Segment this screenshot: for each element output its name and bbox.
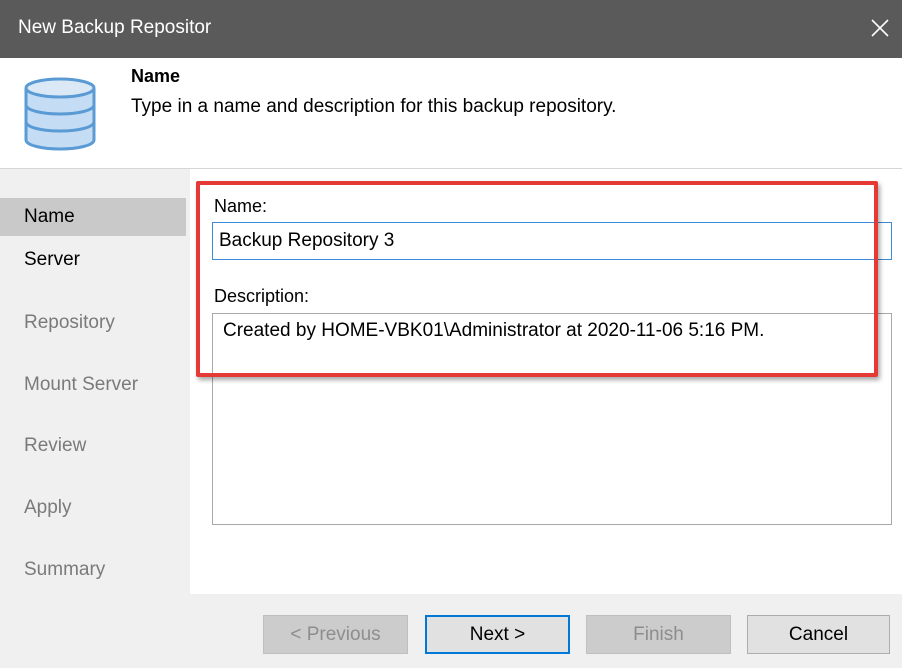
step-title: Name xyxy=(131,66,181,86)
window-title: New Backup Repositor xyxy=(18,17,212,38)
wizard-header: Name Type in a name and description for … xyxy=(0,58,902,168)
cancel-button[interactable]: Cancel xyxy=(747,615,890,654)
close-icon xyxy=(871,19,889,37)
close-button[interactable] xyxy=(856,0,902,58)
step-summary: Summary xyxy=(24,559,106,580)
steps-sidebar: Name Server Repository Mount Server Revi… xyxy=(0,169,190,595)
description-label: Description: xyxy=(214,286,310,306)
finish-button[interactable]: Finish xyxy=(586,615,731,654)
step-mount-server: Mount Server xyxy=(24,374,139,395)
step-review: Review xyxy=(24,435,87,456)
step-apply: Apply xyxy=(24,497,72,518)
next-button[interactable]: Next > xyxy=(425,615,570,654)
step-name[interactable]: Name xyxy=(0,198,186,236)
wizard-footer: < Previous Next > Finish Cancel xyxy=(0,594,902,668)
step-description: Type in a name and description for this … xyxy=(131,96,617,117)
wizard-body: Name Server Repository Mount Server Revi… xyxy=(0,168,902,595)
step-server[interactable]: Server xyxy=(0,241,186,279)
previous-button[interactable]: < Previous xyxy=(263,615,408,654)
step-repository: Repository xyxy=(24,312,115,333)
name-label: Name: xyxy=(214,196,268,216)
form-area: Name: Description: Created by HOME-VBK01… xyxy=(190,169,902,595)
title-bar: New Backup Repositor xyxy=(0,0,902,58)
database-icon xyxy=(24,77,96,151)
name-input[interactable] xyxy=(212,222,892,260)
description-textarea[interactable]: Created by HOME-VBK01\Administrator at 2… xyxy=(212,313,892,525)
